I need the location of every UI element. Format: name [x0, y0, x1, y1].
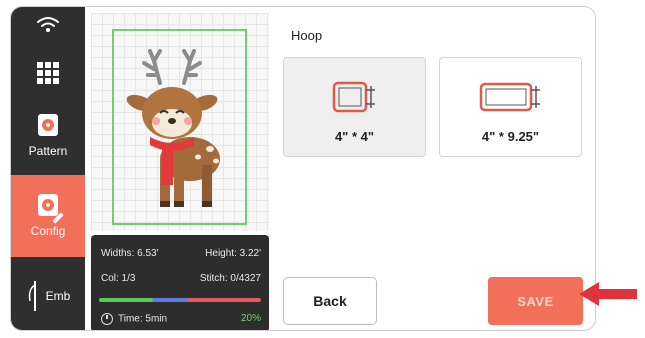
hoop-option-4x4[interactable]: 4" * 4": [283, 57, 426, 157]
color-progress-bar: [99, 298, 261, 302]
color-count: Col: 1/3: [101, 273, 136, 284]
sidebar-item-label: Emb: [45, 289, 71, 303]
sidebar-item-config[interactable]: Config: [11, 175, 85, 257]
apps-grid-button[interactable]: [11, 47, 85, 99]
pattern-icon: [38, 114, 58, 136]
device-screen: Pattern Config Emb Widths: 6.53' Height:…: [10, 6, 596, 331]
hoop-section-title: Hoop: [291, 28, 323, 43]
hoop-size-label: 4" * 4": [334, 129, 375, 144]
deer-design-image: [126, 49, 220, 207]
arrow-pointer-icon: [579, 282, 637, 306]
hoop-icon: [479, 82, 540, 112]
sidebar-item-pattern[interactable]: Pattern: [11, 101, 85, 171]
sidebar-item-label: Pattern: [28, 144, 68, 158]
design-width: Widths: 6.53': [101, 248, 159, 259]
stitch-count: Stitch: 0/4327: [199, 273, 261, 284]
sidebar: Pattern Config Emb: [11, 7, 85, 330]
clock-icon: [101, 313, 113, 325]
grid-icon: [37, 62, 59, 84]
hoop-size-label: 4" * 9.25": [481, 129, 540, 144]
hoop-option-4x9.25[interactable]: 4" * 9.25": [439, 57, 582, 157]
config-icon: [38, 194, 64, 224]
design-preview: [91, 13, 269, 231]
design-height: Height: 3.22': [205, 248, 261, 259]
hoop-boundary: [112, 29, 247, 225]
save-button[interactable]: SAVE: [488, 277, 583, 325]
wifi-icon: [37, 17, 59, 32]
progress-percent: 20%: [240, 313, 261, 324]
sidebar-item-label: Config: [30, 224, 66, 238]
design-info-panel: Widths: 6.53' Height: 3.22' Col: 1/3 Sti…: [91, 235, 269, 330]
hoop-icon: [332, 81, 375, 113]
sidebar-item-emb[interactable]: Emb: [11, 261, 85, 330]
time-remaining: Time: 5min: [118, 313, 168, 325]
needle-icon: [28, 281, 36, 311]
back-button[interactable]: Back: [283, 277, 377, 325]
